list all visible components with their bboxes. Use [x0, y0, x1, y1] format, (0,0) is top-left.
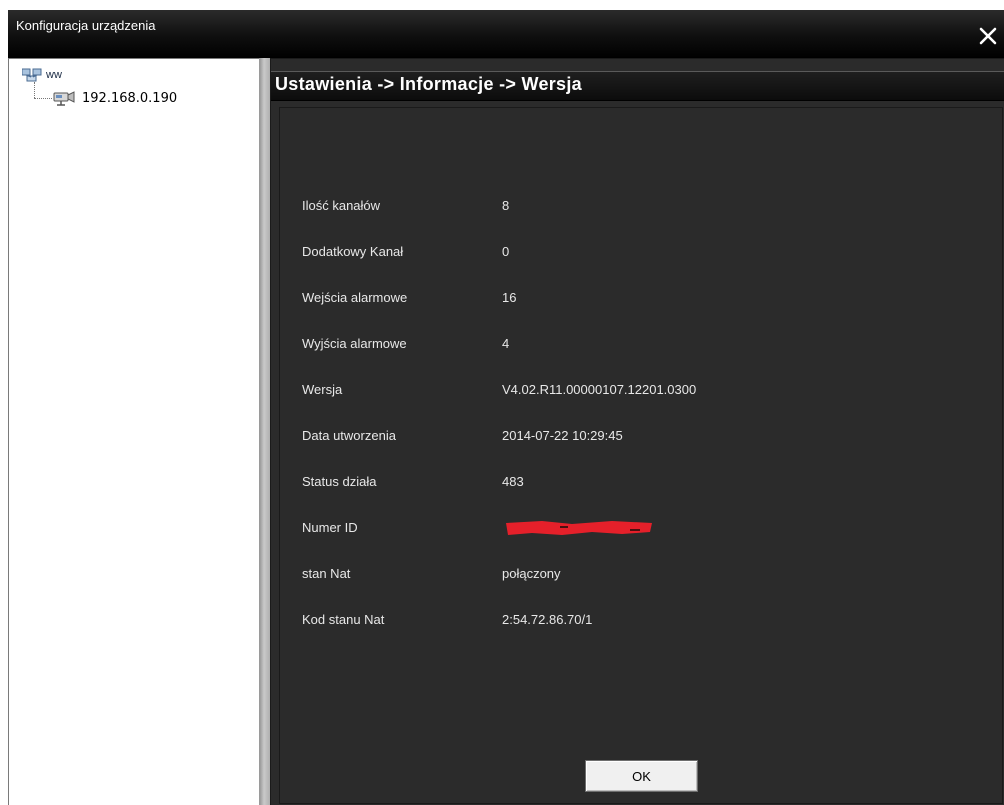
info-row-nat-state: stan Nat połączony: [302, 566, 862, 588]
info-row-nat-code: Kod stanu Nat 2:54.72.86.70/1: [302, 612, 862, 634]
tree-connector: [34, 98, 52, 99]
tree-root-label: ww: [46, 69, 62, 81]
info-row-serial-id: Numer ID: [302, 520, 862, 542]
tree-item-root[interactable]: ww: [22, 68, 62, 82]
main-frame: ww 192.168.0.190 Ustawienia -> Informacj…: [8, 58, 1004, 805]
info-row-extra-channel: Dodatkowy Kanał 0: [302, 244, 862, 266]
device-tree: ww 192.168.0.190: [8, 58, 260, 805]
device-icon: [53, 91, 75, 106]
info-label: Kod stanu Nat: [302, 612, 385, 627]
info-row-alarm-inputs: Wejścia alarmowe 16: [302, 290, 862, 312]
close-button[interactable]: [976, 24, 1000, 48]
breadcrumb: Ustawienia -> Informacje -> Wersja: [271, 71, 1004, 101]
info-value: 2014-07-22 10:29:45: [502, 428, 623, 443]
info-label: Status działa: [302, 474, 377, 489]
tree-connector: [34, 82, 35, 98]
info-label: Ilość kanałów: [302, 198, 381, 213]
info-label: Data utworzenia: [302, 428, 396, 443]
info-label: Dodatkowy Kanał: [302, 244, 404, 259]
info-value: 4: [502, 336, 510, 351]
tree-item-device[interactable]: 192.168.0.190: [52, 89, 177, 107]
info-label: Wejścia alarmowe: [302, 290, 408, 305]
tree-device-label: 192.168.0.190: [82, 90, 178, 106]
network-group-icon: [22, 68, 42, 82]
info-value: 483: [502, 474, 524, 489]
info-label: Wersja: [302, 382, 343, 397]
info-panel: Ilość kanałów 8 Dodatkowy Kanał 0 Wejści…: [279, 107, 1003, 804]
splitter[interactable]: [260, 58, 270, 805]
info-label: stan Nat: [302, 566, 351, 581]
close-icon: [979, 27, 997, 45]
info-value: V4.02.R11.00000107.12201.0300: [502, 382, 697, 397]
title-bar: Konfiguracja urządzenia: [8, 10, 1004, 58]
info-value: 8: [502, 198, 510, 213]
info-value: 16: [502, 290, 517, 305]
info-row-alarm-outputs: Wyjścia alarmowe 4: [302, 336, 862, 358]
window-title: Konfiguracja urządzenia: [16, 18, 156, 33]
info-label: Wyjścia alarmowe: [302, 336, 407, 351]
device-config-window: Konfiguracja urządzenia ww 192.168.0.190…: [0, 0, 1004, 805]
info-value: 2:54.72.86.70/1: [502, 612, 593, 627]
info-row-build-date: Data utworzenia 2014-07-22 10:29:45: [302, 428, 862, 450]
info-row-channels: Ilość kanałów 8: [302, 198, 862, 220]
info-row-version: Wersja V4.02.R11.00000107.12201.0300: [302, 382, 862, 404]
info-row-status: Status działa 483: [302, 474, 862, 496]
info-label: Numer ID: [302, 520, 358, 535]
content-panel: Ustawienia -> Informacje -> Wersja Ilość…: [270, 58, 1004, 805]
redaction-mark: [506, 521, 652, 535]
breadcrumb-text: Ustawienia -> Informacje -> Wersja: [275, 74, 582, 94]
info-value: 0: [502, 244, 510, 259]
ok-button[interactable]: OK: [585, 760, 698, 792]
info-value: połączony: [502, 566, 561, 581]
